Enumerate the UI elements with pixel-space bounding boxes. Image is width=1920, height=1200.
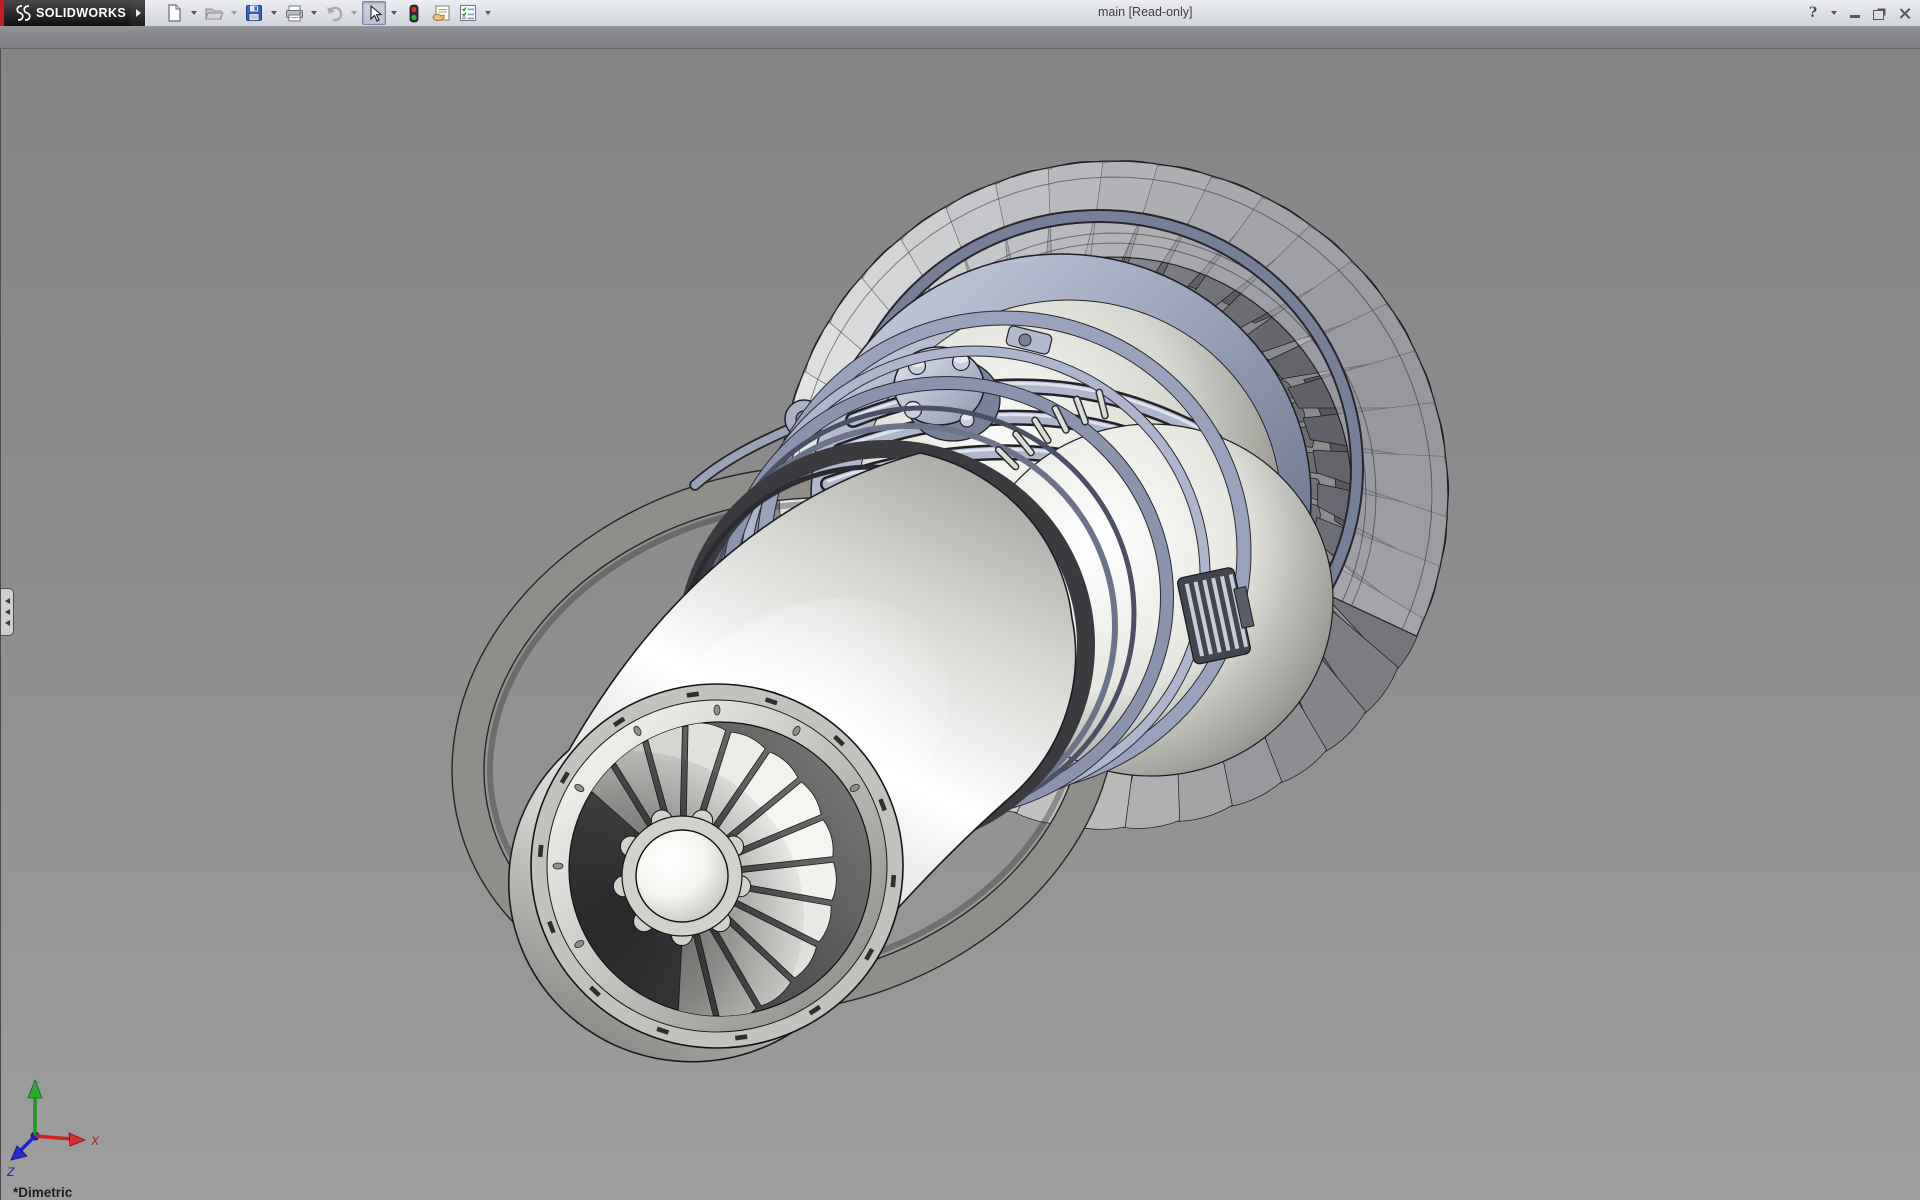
options-icon [459,4,477,22]
print-menu[interactable] [311,11,317,15]
standard-toolbar [162,0,493,26]
solidworks-logo: SOLIDWORKS [0,0,131,26]
collapse-arrow-icon [5,598,10,604]
help-menu[interactable] [1831,11,1837,15]
collapse-arrow-icon [5,620,10,626]
rebuild-traffic-light-icon [408,4,420,23]
logo-text: SOLIDWORKS [36,6,126,20]
reference-triad: Y X Z [5,1076,115,1186]
minimize-button[interactable] [1846,5,1864,21]
open-icon [205,5,224,21]
minimize-icon [1850,15,1860,18]
open-menu[interactable] [231,11,237,15]
rebuild-button[interactable] [402,1,426,25]
print-icon [285,5,304,22]
restore-button[interactable] [1871,5,1889,21]
title-bar: SOLIDWORKS [0,0,1920,27]
file-properties-button[interactable] [429,1,453,25]
help-button[interactable]: ? [1804,5,1822,21]
triad-y-label: Y [31,1079,40,1093]
graphics-area[interactable]: Y X Z *Dimetric [0,48,1920,1200]
logo-red-strip [0,0,4,26]
open-button[interactable] [202,1,226,25]
print-button[interactable] [282,1,306,25]
solidworks-logo-icon [10,4,32,22]
document-title: main [Read-only] [1098,5,1193,19]
close-icon [1899,7,1911,19]
view-orientation-label: *Dimetric [13,1185,72,1200]
help-icon: ? [1809,5,1817,21]
file-properties-icon [432,4,451,22]
save-button[interactable] [242,1,266,25]
turbine-engine-model[interactable] [1,48,1920,1200]
save-icon [245,4,263,22]
undo-button[interactable] [322,1,346,25]
feature-panel-collapse-tab[interactable] [1,588,14,636]
menu-flyout-button[interactable] [131,0,145,26]
new-document-icon [166,4,183,22]
select-tool-menu[interactable] [391,11,397,15]
select-arrow-icon [367,5,382,22]
new-document-button[interactable] [162,1,186,25]
options-button[interactable] [456,1,480,25]
window-controls: ? [1804,0,1914,26]
collapse-arrow-icon [5,609,10,615]
undo-icon [325,5,344,22]
menu-strip [0,27,1920,49]
select-tool-button[interactable] [362,1,386,25]
triad-x-label: X [90,1134,100,1148]
new-document-menu[interactable] [191,11,197,15]
close-button[interactable] [1896,5,1914,21]
restore-icon [1873,10,1884,20]
save-menu[interactable] [271,11,277,15]
options-menu[interactable] [485,11,491,15]
flyout-arrow-icon [136,9,141,17]
undo-menu[interactable] [351,11,357,15]
triad-z-label: Z [6,1165,15,1179]
